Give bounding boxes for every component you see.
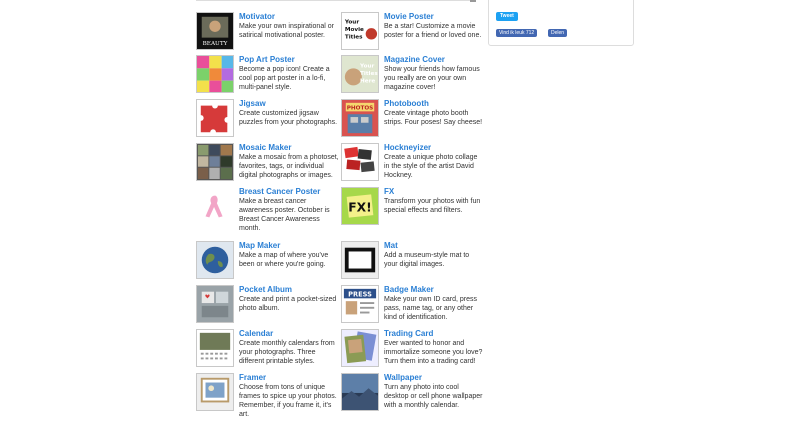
tool-title[interactable]: Wallpaper xyxy=(384,373,422,383)
social-share-box: Tweet Vind ik leuk 712 Delen xyxy=(488,0,634,46)
movie-thumb-text: Movie xyxy=(345,27,364,33)
tool-title[interactable]: Photobooth xyxy=(384,99,429,109)
tool-description: Make a breast cancer awareness poster. O… xyxy=(239,198,330,232)
photobooth-thumb-text: PHOTOS xyxy=(347,105,374,111)
tool-title[interactable]: FX xyxy=(384,187,394,197)
facebook-share-button[interactable]: Delen xyxy=(548,29,568,37)
frame-icon[interactable] xyxy=(196,373,234,411)
tool-description: Turn any photo into cool desktop or cell… xyxy=(384,384,483,409)
facebook-like-button[interactable]: Vind ik leuk 712 xyxy=(496,29,538,37)
tool-description: Make your own inspirational or satirical… xyxy=(239,23,334,39)
magazine-thumb-text: Titles xyxy=(360,71,378,77)
magazine-thumb-text: Your xyxy=(359,63,375,69)
tool-title[interactable]: Pocket Album xyxy=(239,285,292,295)
hockney-icon[interactable] xyxy=(341,143,379,181)
tool-description: Create vintage photo booth strips. Four … xyxy=(384,110,483,126)
tool-description: Ever wanted to honor and immortalize som… xyxy=(384,340,483,365)
tool-title[interactable]: Trading Card xyxy=(384,329,433,339)
tool-description: Create a unique photo collage in the sty… xyxy=(384,154,478,179)
tool-description: Add a museum-style mat to your digital i… xyxy=(384,252,470,268)
tool-description: Make your own ID card, press pass, name … xyxy=(384,296,477,321)
motivator-icon[interactable]: BEAUTY xyxy=(196,12,234,50)
tool-description: Transform your photos with fun special e… xyxy=(384,198,481,214)
globe-icon[interactable] xyxy=(196,241,234,279)
mat-icon[interactable] xyxy=(341,241,379,279)
trading-card-icon[interactable] xyxy=(341,329,379,367)
tool-title[interactable]: Jigsaw xyxy=(239,99,266,109)
tool-title[interactable]: Magazine Cover xyxy=(384,55,445,65)
tool-description: Become a pop icon! Create a cool pop art… xyxy=(239,66,330,91)
movie-thumb-text: Your xyxy=(344,19,360,25)
tool-grid: BEAUTY Motivator Make your own inspirati… xyxy=(0,0,800,423)
fx-thumb-text: FX! xyxy=(348,201,372,215)
tool-title[interactable]: Hockneyizer xyxy=(384,143,431,153)
tool-description: Create monthly calendars from your photo… xyxy=(239,340,335,365)
fx-icon[interactable]: FX! xyxy=(341,187,379,225)
tool-description: Make a map of where you've been or where… xyxy=(239,252,329,268)
motivator-thumb-text: BEAUTY xyxy=(203,41,228,47)
pop-art-icon[interactable] xyxy=(196,55,234,93)
tool-description: Make a mosaic from a photoset, favorites… xyxy=(239,154,339,179)
tool-title[interactable]: Mat xyxy=(384,241,398,251)
tool-title[interactable]: Map Maker xyxy=(239,241,280,251)
top-divider xyxy=(196,0,476,1)
mosaic-icon[interactable] xyxy=(196,143,234,181)
tool-description: Create customized jigsaw puzzles from yo… xyxy=(239,110,338,126)
movie-thumb-text: Titles xyxy=(345,35,363,41)
tool-title[interactable]: Breast Cancer Poster xyxy=(239,187,320,197)
wallpaper-icon[interactable] xyxy=(341,373,379,411)
scroll-marker xyxy=(470,0,476,2)
tool-description: Be a star! Customize a movie poster for … xyxy=(384,23,482,39)
tool-title[interactable]: Framer xyxy=(239,373,266,383)
magazine-icon[interactable]: Your Titles Here xyxy=(341,55,379,93)
press-thumb-text: PRESS xyxy=(348,290,372,298)
jigsaw-icon[interactable] xyxy=(196,99,234,137)
tool-title[interactable]: Pop Art Poster xyxy=(239,55,295,65)
magazine-thumb-text: Here xyxy=(360,79,375,85)
calendar-icon[interactable] xyxy=(196,329,234,367)
photobooth-icon[interactable]: PHOTOS xyxy=(341,99,379,137)
movie-poster-icon[interactable]: Your Movie Titles xyxy=(341,12,379,50)
tool-title[interactable]: Movie Poster xyxy=(384,12,434,22)
tool-description: Show your friends how famous you really … xyxy=(384,66,480,91)
tool-description: Choose from tons of unique frames to spi… xyxy=(239,384,337,418)
badge-icon[interactable]: PRESS xyxy=(341,285,379,323)
pocket-album-icon[interactable] xyxy=(196,285,234,323)
tool-title[interactable]: Calendar xyxy=(239,329,273,339)
tool-title[interactable]: Badge Maker xyxy=(384,285,434,295)
tool-title[interactable]: Motivator xyxy=(239,12,275,22)
tool-description: Create and print a pocket-sized photo al… xyxy=(239,296,337,312)
tweet-button[interactable]: Tweet xyxy=(496,12,518,21)
tool-title[interactable]: Mosaic Maker xyxy=(239,143,291,153)
pink-ribbon-icon[interactable] xyxy=(196,187,234,225)
